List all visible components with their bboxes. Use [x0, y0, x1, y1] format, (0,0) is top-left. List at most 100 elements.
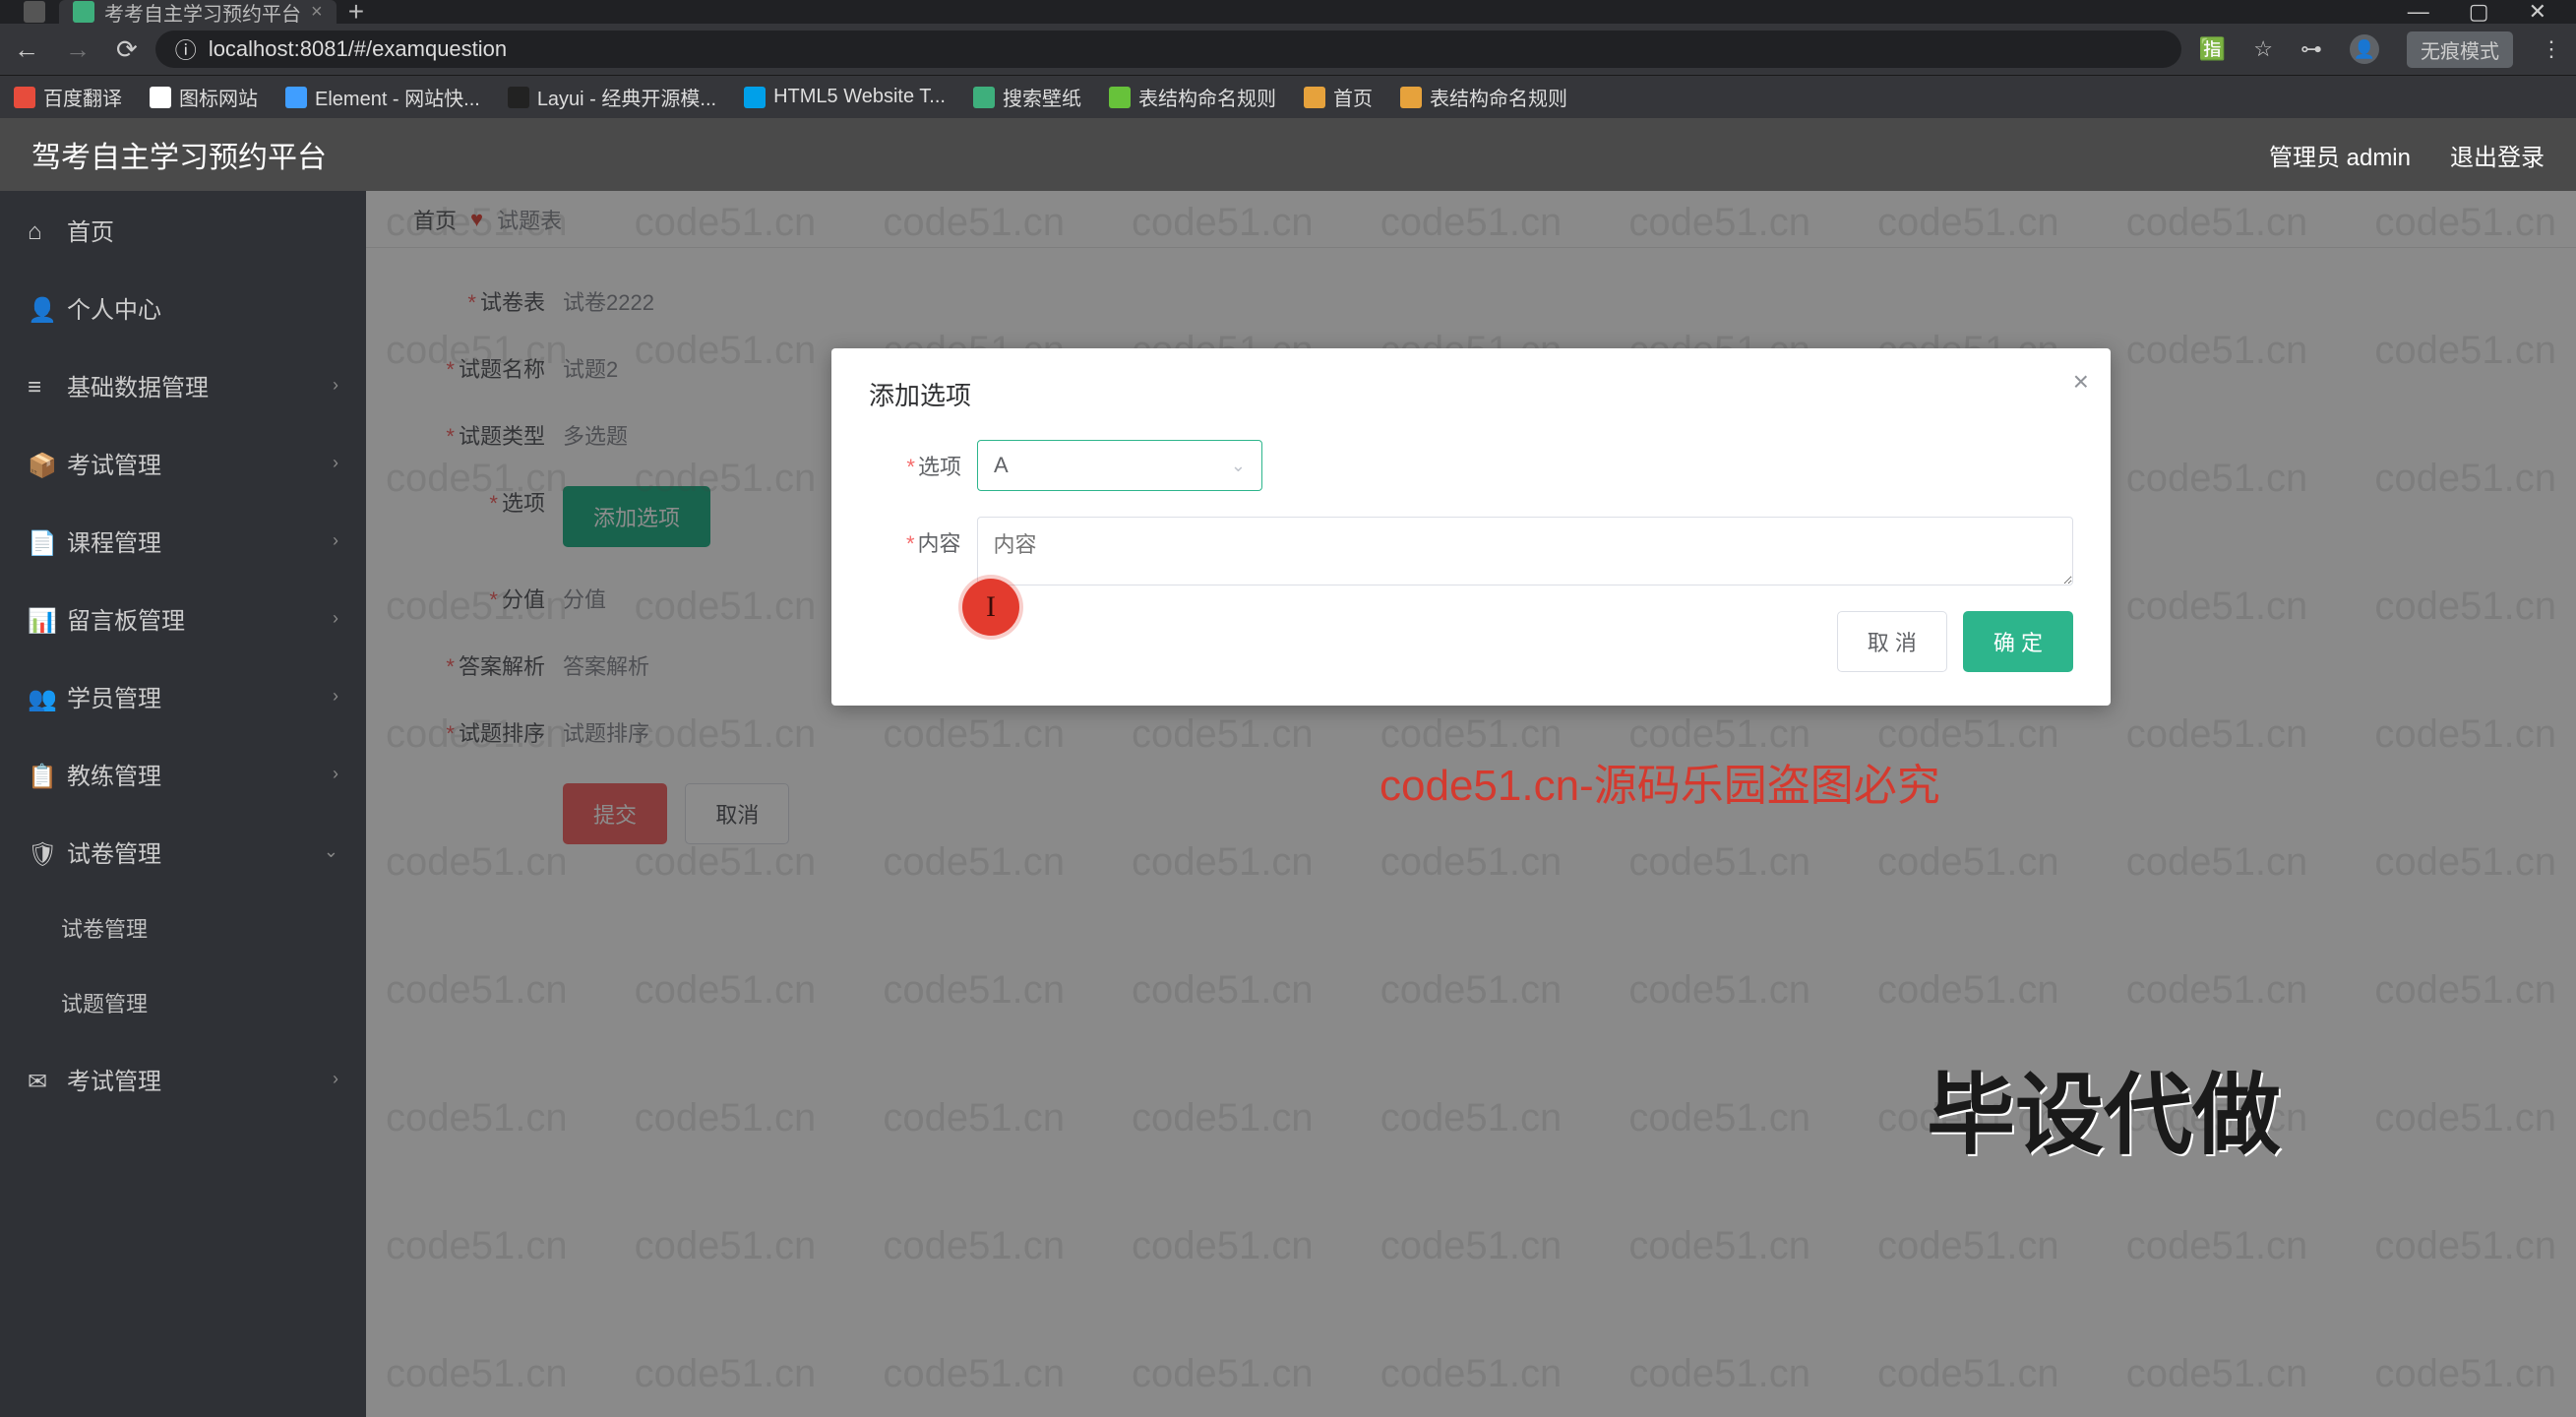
sidebar-label: 学员管理	[67, 679, 161, 713]
sidebar-subitem[interactable]: 试卷管理	[0, 891, 366, 965]
sidebar-label: 首页	[67, 213, 114, 247]
sidebar-icon: ≡	[28, 374, 51, 398]
bookmark-label: HTML5 Website T...	[773, 86, 946, 108]
chevron-icon: ›	[333, 764, 338, 784]
close-tab-icon[interactable]: ×	[311, 1, 323, 24]
bookmark-favicon-icon	[1400, 87, 1422, 108]
bookmark-label: 表结构命名规则	[1430, 83, 1567, 111]
chevron-icon: ›	[333, 1069, 338, 1089]
bookmark-item[interactable]: 图标网站	[150, 83, 258, 111]
sidebar-icon: 📄	[28, 529, 51, 553]
main-content: 首页 ♥ 试题表 试卷表试卷2222试题名称试题2试题类型多选题选项添加选项分值…	[366, 191, 2576, 1417]
logout-link[interactable]: 退出登录	[2450, 138, 2545, 172]
sidebar-item[interactable]: 📋 教练管理 ›	[0, 735, 366, 813]
chevron-icon: ›	[333, 453, 338, 473]
sidebar-icon: 👥	[28, 685, 51, 708]
bookmark-item[interactable]: 表结构命名规则	[1400, 83, 1567, 111]
sidebar-label: 试卷管理	[67, 834, 161, 869]
tab-active[interactable]: 考考自主学习预约平台 ×	[59, 0, 337, 24]
bookmark-label: Element - 网站快...	[315, 83, 480, 111]
bookmark-item[interactable]: 首页	[1304, 83, 1373, 111]
incognito-badge[interactable]: 无痕模式	[2407, 31, 2513, 68]
translate-icon[interactable]: 🈯	[2199, 36, 2226, 62]
add-option-dialog: 添加选项 × *选项 A ⌄ *内容 I	[831, 348, 2111, 706]
password-key-icon[interactable]: ⊶	[2300, 36, 2322, 62]
bookmark-label: Layui - 经典开源模...	[537, 83, 716, 111]
sidebar-item[interactable]: 🛡试卷管理⌄	[0, 813, 366, 891]
window-minimize-icon[interactable]: —	[2408, 0, 2429, 25]
bookmark-favicon-icon	[285, 87, 307, 108]
cursor-highlight-icon: I	[962, 579, 1019, 636]
sidebar: ⌂ 首页 👤 个人中心 ≡基础数据管理› 📦 考试管理 › 📄 课程管理 › 📊 留言板管理 › 👥 学员管理…	[0, 191, 366, 1417]
sidebar-subitem[interactable]: 试题管理	[0, 965, 366, 1040]
sidebar-icon: 📦	[28, 452, 51, 475]
sidebar-label: 课程管理	[67, 524, 161, 558]
tab-title: 考考自主学习预约平台	[104, 0, 301, 27]
sidebar-icon: 📊	[28, 607, 51, 631]
profile-avatar-icon[interactable]: 👤	[2350, 34, 2379, 64]
bookmark-item[interactable]: 表结构命名规则	[1109, 83, 1276, 111]
window-close-icon[interactable]: ✕	[2529, 0, 2546, 25]
bookmark-label: 首页	[1333, 83, 1373, 111]
sidebar-item[interactable]: ⌂ 首页	[0, 191, 366, 269]
sidebar-icon: ⌂	[28, 218, 51, 242]
chevron-icon: ›	[333, 608, 338, 629]
dialog-confirm-button[interactable]: 确 定	[1963, 611, 2073, 672]
bookmark-item[interactable]: Element - 网站快...	[285, 83, 480, 111]
sidebar-item[interactable]: 📄 课程管理 ›	[0, 502, 366, 580]
window-maximize-icon[interactable]: ▢	[2469, 0, 2489, 25]
app-title: 驾考自主学习预约平台	[31, 133, 327, 176]
content-textarea[interactable]	[977, 517, 2073, 585]
sidebar-label: 个人中心	[67, 290, 161, 325]
nav-back-icon[interactable]: ←	[14, 34, 39, 65]
bookmark-star-icon[interactable]: ☆	[2253, 36, 2273, 62]
bookmark-favicon-icon	[1304, 87, 1325, 108]
dialog-cancel-button[interactable]: 取 消	[1837, 611, 1947, 672]
sidebar-item[interactable]: ✉考试管理›	[0, 1040, 366, 1118]
nav-reload-icon[interactable]: ⟳	[116, 34, 138, 65]
sidebar-icon: 👤	[28, 296, 51, 320]
bookmark-favicon-icon	[14, 87, 35, 108]
dialog-close-icon[interactable]: ×	[2073, 366, 2089, 398]
address-bar[interactable]: ⓘ localhost:8081/#/examquestion	[155, 31, 2181, 68]
sidebar-label: 考试管理	[67, 1062, 161, 1096]
sidebar-item[interactable]: 👤 个人中心	[0, 269, 366, 346]
bookmark-item[interactable]: HTML5 Website T...	[744, 86, 946, 108]
sidebar-label: 留言板管理	[67, 601, 185, 636]
browser-menu-icon[interactable]: ⋮	[2541, 36, 2562, 62]
bookmark-favicon-icon	[508, 87, 529, 108]
chevron-icon: ›	[333, 530, 338, 551]
bookmark-item[interactable]: 百度翻译	[14, 83, 122, 111]
sidebar-item[interactable]: 📦 考试管理 ›	[0, 424, 366, 502]
bookmark-favicon-icon	[973, 87, 995, 108]
bookmark-favicon-icon	[744, 87, 766, 108]
sidebar-item[interactable]: 📊 留言板管理 ›	[0, 580, 366, 657]
new-tab-button[interactable]: +	[337, 0, 376, 28]
site-info-icon[interactable]: ⓘ	[175, 33, 197, 65]
bookmark-label: 百度翻译	[43, 83, 122, 111]
sidebar-label: 教练管理	[67, 757, 161, 791]
sidebar-label: 考试管理	[67, 446, 161, 480]
bookmarks-bar: 百度翻译图标网站 Element - 网站快... Layui - 经典开源模...…	[0, 75, 2576, 118]
bookmark-label: 表结构命名规则	[1138, 83, 1276, 111]
current-user[interactable]: 管理员 admin	[2269, 138, 2411, 172]
option-select[interactable]: A ⌄	[977, 440, 1262, 491]
tab-inactive[interactable]	[10, 0, 59, 24]
chevron-down-icon: ⌄	[1231, 456, 1246, 476]
url-text: localhost:8081/#/examquestion	[209, 36, 507, 62]
nav-forward-icon: →	[65, 34, 91, 65]
bookmark-label: 搜索壁纸	[1003, 83, 1081, 111]
bookmark-item[interactable]: Layui - 经典开源模...	[508, 83, 716, 111]
option-selected-value: A	[994, 453, 1009, 478]
bookmark-item[interactable]: 搜索壁纸	[973, 83, 1081, 111]
dialog-title: 添加选项	[869, 376, 2073, 412]
sidebar-item[interactable]: 👥 学员管理 ›	[0, 657, 366, 735]
chevron-icon: ›	[333, 686, 338, 707]
sidebar-item[interactable]: ≡基础数据管理›	[0, 346, 366, 424]
chevron-icon: ⌄	[324, 841, 338, 862]
browser-tab-strip: 考考自主学习预约平台 × + — ▢ ✕	[0, 0, 2576, 24]
watermark-red: code51.cn-源码乐园盗图必究	[1380, 750, 1940, 813]
chevron-icon: ›	[333, 375, 338, 396]
sidebar-icon: 📋	[28, 763, 51, 786]
content-label: *内容	[869, 517, 977, 558]
